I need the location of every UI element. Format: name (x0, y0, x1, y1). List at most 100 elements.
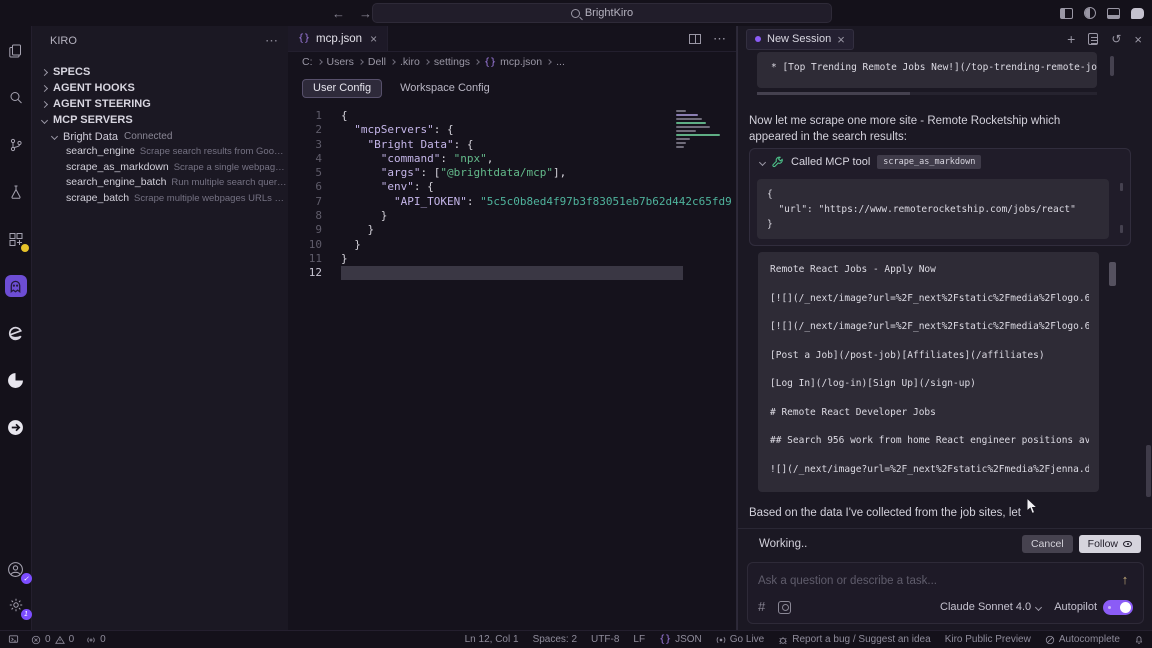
run-debug-icon[interactable] (5, 181, 27, 203)
autocomplete-toggle[interactable]: Autocomplete (1045, 634, 1120, 645)
toggle-panel-icon[interactable] (1084, 7, 1096, 19)
encoding[interactable]: UTF-8 (591, 634, 619, 645)
code-token: , (487, 152, 494, 165)
breadcrumb-item[interactable]: Users (327, 56, 354, 68)
tool-result-block[interactable]: Remote React Jobs - Apply Now [![](/_nex… (758, 252, 1099, 492)
result-line: [![](/_next/image?url=%2F_next%2Fstatic%… (770, 293, 1089, 304)
scrollbar-thumb[interactable] (1109, 262, 1116, 286)
search-sidebar-icon[interactable] (5, 87, 27, 109)
tab-new-session[interactable]: New Session (746, 29, 854, 50)
minimap[interactable] (676, 110, 724, 150)
mcp-tool-search-engine-batch[interactable]: search_engine_batch Run multiple search … (32, 176, 288, 192)
brand-extension-icon-1[interactable] (5, 322, 27, 344)
assistant-message: Now let me scrape one more site - Remote… (749, 113, 1097, 145)
code-token (341, 138, 368, 151)
kiro-preview-label[interactable]: Kiro Public Preview (945, 634, 1031, 645)
panel-scrollbar-thumb[interactable] (1146, 445, 1151, 497)
report-bug-button[interactable]: Report a bug / Suggest an idea (778, 634, 930, 645)
notifications-bell-icon[interactable] (1134, 634, 1144, 645)
settings-gear-icon[interactable]: 1 (5, 594, 27, 616)
autopilot-toggle[interactable] (1103, 600, 1133, 615)
line-number: 10 (288, 238, 322, 252)
attach-image-icon[interactable] (778, 601, 791, 614)
nav-forward-icon[interactable]: → (359, 6, 372, 21)
code-token: } (341, 238, 361, 251)
mcp-tool-search-engine[interactable]: search_engine Scrape search results from… (32, 145, 288, 161)
tab-close-icon[interactable]: × (370, 32, 377, 46)
feedback-bubble-icon[interactable] (1131, 8, 1144, 19)
eol-sequence[interactable]: LF (633, 634, 645, 645)
horizontal-scrollbar[interactable] (757, 92, 1097, 95)
split-editor-icon[interactable] (689, 34, 701, 44)
nav-back-icon[interactable]: ← (332, 6, 345, 21)
result-line: [Log In](/log-in)[Sign Up](/sign-up) (770, 378, 1089, 389)
remote-indicator-icon[interactable] (8, 634, 19, 645)
new-session-icon[interactable] (1067, 31, 1075, 47)
history-icon[interactable] (1111, 32, 1121, 46)
brand-extension-icon-3[interactable] (5, 416, 27, 438)
language-mode[interactable]: {} JSON (659, 634, 702, 645)
tool-call-input[interactable]: { "url": "https://www.remoterocketship.c… (757, 179, 1109, 239)
mcp-tool-scrape-batch[interactable]: scrape_batch Scrape multiple webpages UR… (32, 192, 288, 208)
extensions-icon[interactable] (5, 228, 27, 250)
cursor-position[interactable]: Ln 12, Col 1 (465, 634, 519, 645)
kiro-agent-icon[interactable] (5, 275, 27, 297)
sidebar-item-specs[interactable]: SPECS (32, 64, 288, 80)
line-number: 2 (288, 123, 322, 137)
go-live-button[interactable]: Go Live (716, 634, 764, 645)
chat-input[interactable] (758, 575, 1088, 587)
breadcrumb-item[interactable]: C: (302, 56, 313, 68)
section-label: SPECS (53, 66, 90, 78)
result-line: # Remote React Developer Jobs (770, 407, 1089, 418)
json-file-icon: {} (659, 634, 671, 645)
breadcrumb-item[interactable]: settings (434, 56, 470, 68)
editor-more-icon[interactable] (713, 30, 726, 48)
tab-mcp-json[interactable]: {} mcp.json × (288, 26, 388, 51)
session-close-icon[interactable] (837, 32, 845, 47)
breadcrumb-item[interactable]: ... (556, 56, 565, 68)
code-token (341, 123, 354, 136)
result-line: ![](/_next/image?url=%2F_next%2Fstatic%2… (770, 464, 1089, 475)
follow-button[interactable]: Follow (1079, 535, 1141, 553)
code-token (341, 195, 394, 208)
sidebar-more-icon[interactable] (265, 33, 278, 49)
explorer-icon[interactable] (5, 40, 27, 62)
send-button[interactable] (1115, 569, 1135, 589)
mcp-tool-scrape-as-markdown[interactable]: scrape_as_markdown Scrape a single webpa… (32, 161, 288, 177)
toggle-sidebar-icon[interactable] (1060, 8, 1073, 19)
server-status: Connected (124, 131, 172, 142)
code-token: : { (454, 138, 474, 151)
code-token: "npx" (454, 152, 487, 165)
breadcrumb-item[interactable]: .kiro (400, 56, 420, 68)
task-list-icon[interactable] (1088, 33, 1098, 45)
context-hash-icon[interactable] (758, 598, 765, 616)
scrollbar-thumb[interactable] (1110, 56, 1114, 76)
code-editor[interactable]: 1{ 2 "mcpServers": { 3 "Bright Data": { … (288, 104, 736, 624)
sidebar-item-mcp-servers[interactable]: MCP SERVERS (32, 112, 288, 128)
close-panel-icon[interactable] (1134, 32, 1142, 47)
editor-group: {} mcp.json × C: Users Dell .kiro settin… (288, 26, 737, 630)
code-token: : (440, 152, 453, 165)
ports-indicator[interactable]: 0 (86, 634, 106, 645)
mcp-server-bright-data[interactable]: Bright Data Connected (32, 128, 288, 145)
breadcrumb-item[interactable]: Dell (368, 56, 386, 68)
tab-user-config[interactable]: User Config (302, 79, 382, 98)
account-icon[interactable]: ✓ (5, 558, 27, 580)
command-center-search[interactable]: BrightKiro (372, 3, 832, 23)
tool-call-header[interactable]: Called MCP tool scrape_as_markdown (750, 149, 1130, 175)
editor-tab-bar: {} mcp.json × (288, 26, 736, 52)
toggle-bottom-panel-icon[interactable] (1107, 8, 1120, 19)
tab-workspace-config[interactable]: Workspace Config (400, 82, 490, 94)
model-selector[interactable]: Claude Sonnet 4.0 (940, 601, 1041, 613)
brand-extension-icon-2[interactable] (5, 369, 27, 391)
indentation[interactable]: Spaces: 2 (533, 634, 577, 645)
problems-indicator[interactable]: 0 0 (31, 634, 74, 645)
sidebar-item-agent-hooks[interactable]: AGENT HOOKS (32, 80, 288, 96)
sidebar-item-agent-steering[interactable]: AGENT STEERING (32, 96, 288, 112)
line-number: 7 (288, 195, 322, 209)
breadcrumb-item[interactable]: mcp.json (500, 56, 542, 68)
cancel-button[interactable]: Cancel (1022, 535, 1073, 553)
source-control-icon[interactable] (5, 134, 27, 156)
chat-code-block-top[interactable]: * [Top Trending Remote Jobs New!](/top-t… (757, 52, 1097, 88)
code-token: } (341, 223, 374, 236)
